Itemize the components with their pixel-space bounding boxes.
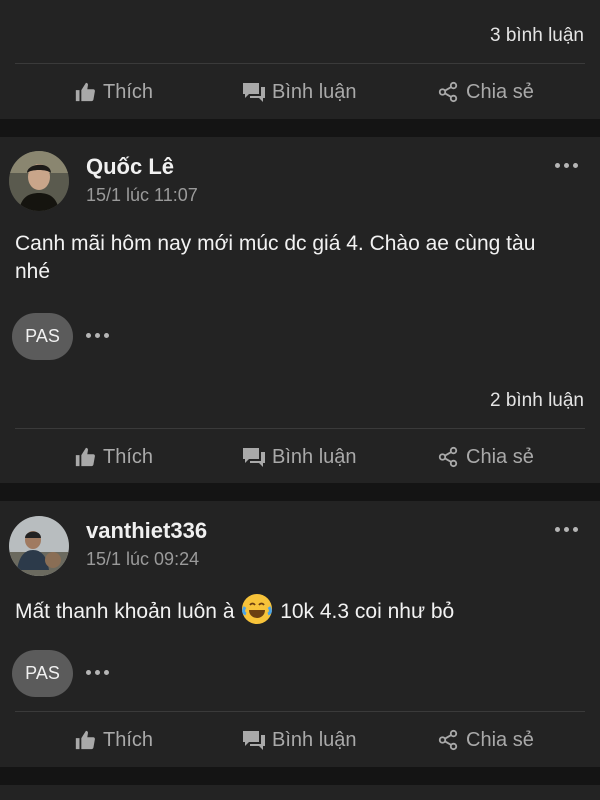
share-icon <box>436 80 460 104</box>
post-text-part: 10k 4.3 coi như bỏ <box>280 600 455 623</box>
share-label: Chia sẻ <box>466 445 534 468</box>
like-button[interactable]: Thích <box>73 437 153 477</box>
author-name[interactable]: vanthiet336 <box>86 518 207 544</box>
share-button[interactable]: Chia sẻ <box>436 720 534 760</box>
comment-icon <box>242 728 266 752</box>
action-bar: Thích Bình luận Chia sẻ <box>0 72 600 112</box>
post-timestamp[interactable]: 15/1 lúc 11:07 <box>86 185 198 206</box>
action-bar: Thích Bình luận Chia sẻ <box>0 720 600 760</box>
comment-count[interactable]: 2 bình luận <box>490 390 584 412</box>
thumbs-up-icon <box>73 445 97 469</box>
post-card: vanthiet336 15/1 lúc 09:24 Mất thanh kho… <box>0 501 600 767</box>
share-label: Chia sẻ <box>466 728 534 751</box>
reply-more-icon[interactable] <box>86 670 109 675</box>
like-label: Thích <box>103 445 154 468</box>
laughing-emoji-icon <box>242 594 273 624</box>
reply-avatar[interactable]: PAS <box>12 313 73 360</box>
comment-label: Bình luận <box>272 80 357 103</box>
avatar[interactable] <box>9 151 69 211</box>
action-bar: Thích Bình luận Chia sẻ <box>0 437 600 477</box>
share-button[interactable]: Chia sẻ <box>436 72 534 112</box>
like-label: Thích <box>103 80 154 103</box>
share-icon <box>436 445 460 469</box>
reply-avatar[interactable]: PAS <box>12 650 73 697</box>
divider <box>15 63 585 64</box>
post-card-next <box>0 785 600 800</box>
comment-label: Bình luận <box>272 728 357 751</box>
comment-label: Bình luận <box>272 445 357 468</box>
divider <box>15 428 585 429</box>
post-text-part: Mất thanh khoản luôn à <box>15 600 235 623</box>
post-timestamp[interactable]: 15/1 lúc 09:24 <box>86 549 199 570</box>
comment-icon <box>242 80 266 104</box>
avatar[interactable] <box>9 516 69 576</box>
comment-icon <box>242 445 266 469</box>
thumbs-up-icon <box>73 728 97 752</box>
reply-more-icon[interactable] <box>86 333 109 338</box>
author-name[interactable]: Quốc Lê <box>86 154 174 180</box>
more-icon[interactable] <box>555 527 578 532</box>
share-button[interactable]: Chia sẻ <box>436 437 534 477</box>
comment-count[interactable]: 3 bình luận <box>490 25 584 47</box>
share-label: Chia sẻ <box>466 80 534 103</box>
comment-button[interactable]: Bình luận <box>242 437 357 477</box>
comment-button[interactable]: Bình luận <box>242 720 357 760</box>
post-text: Canh mãi hôm nay mới múc dc giá 4. Chào … <box>15 232 536 283</box>
like-button[interactable]: Thích <box>73 72 153 112</box>
thumbs-up-icon <box>73 80 97 104</box>
post-card-previous: 3 bình luận Thích Bình luận Chia sẻ <box>0 0 600 119</box>
post-text: Mất thanh khoản luôn à 10k 4.3 coi như b… <box>15 594 570 626</box>
comment-button[interactable]: Bình luận <box>242 72 357 112</box>
like-button[interactable]: Thích <box>73 720 153 760</box>
like-label: Thích <box>103 728 154 751</box>
post-card: Quốc Lê 15/1 lúc 11:07 Canh mãi hôm nay … <box>0 137 600 483</box>
divider <box>15 711 585 712</box>
more-icon[interactable] <box>555 163 578 168</box>
share-icon <box>436 728 460 752</box>
